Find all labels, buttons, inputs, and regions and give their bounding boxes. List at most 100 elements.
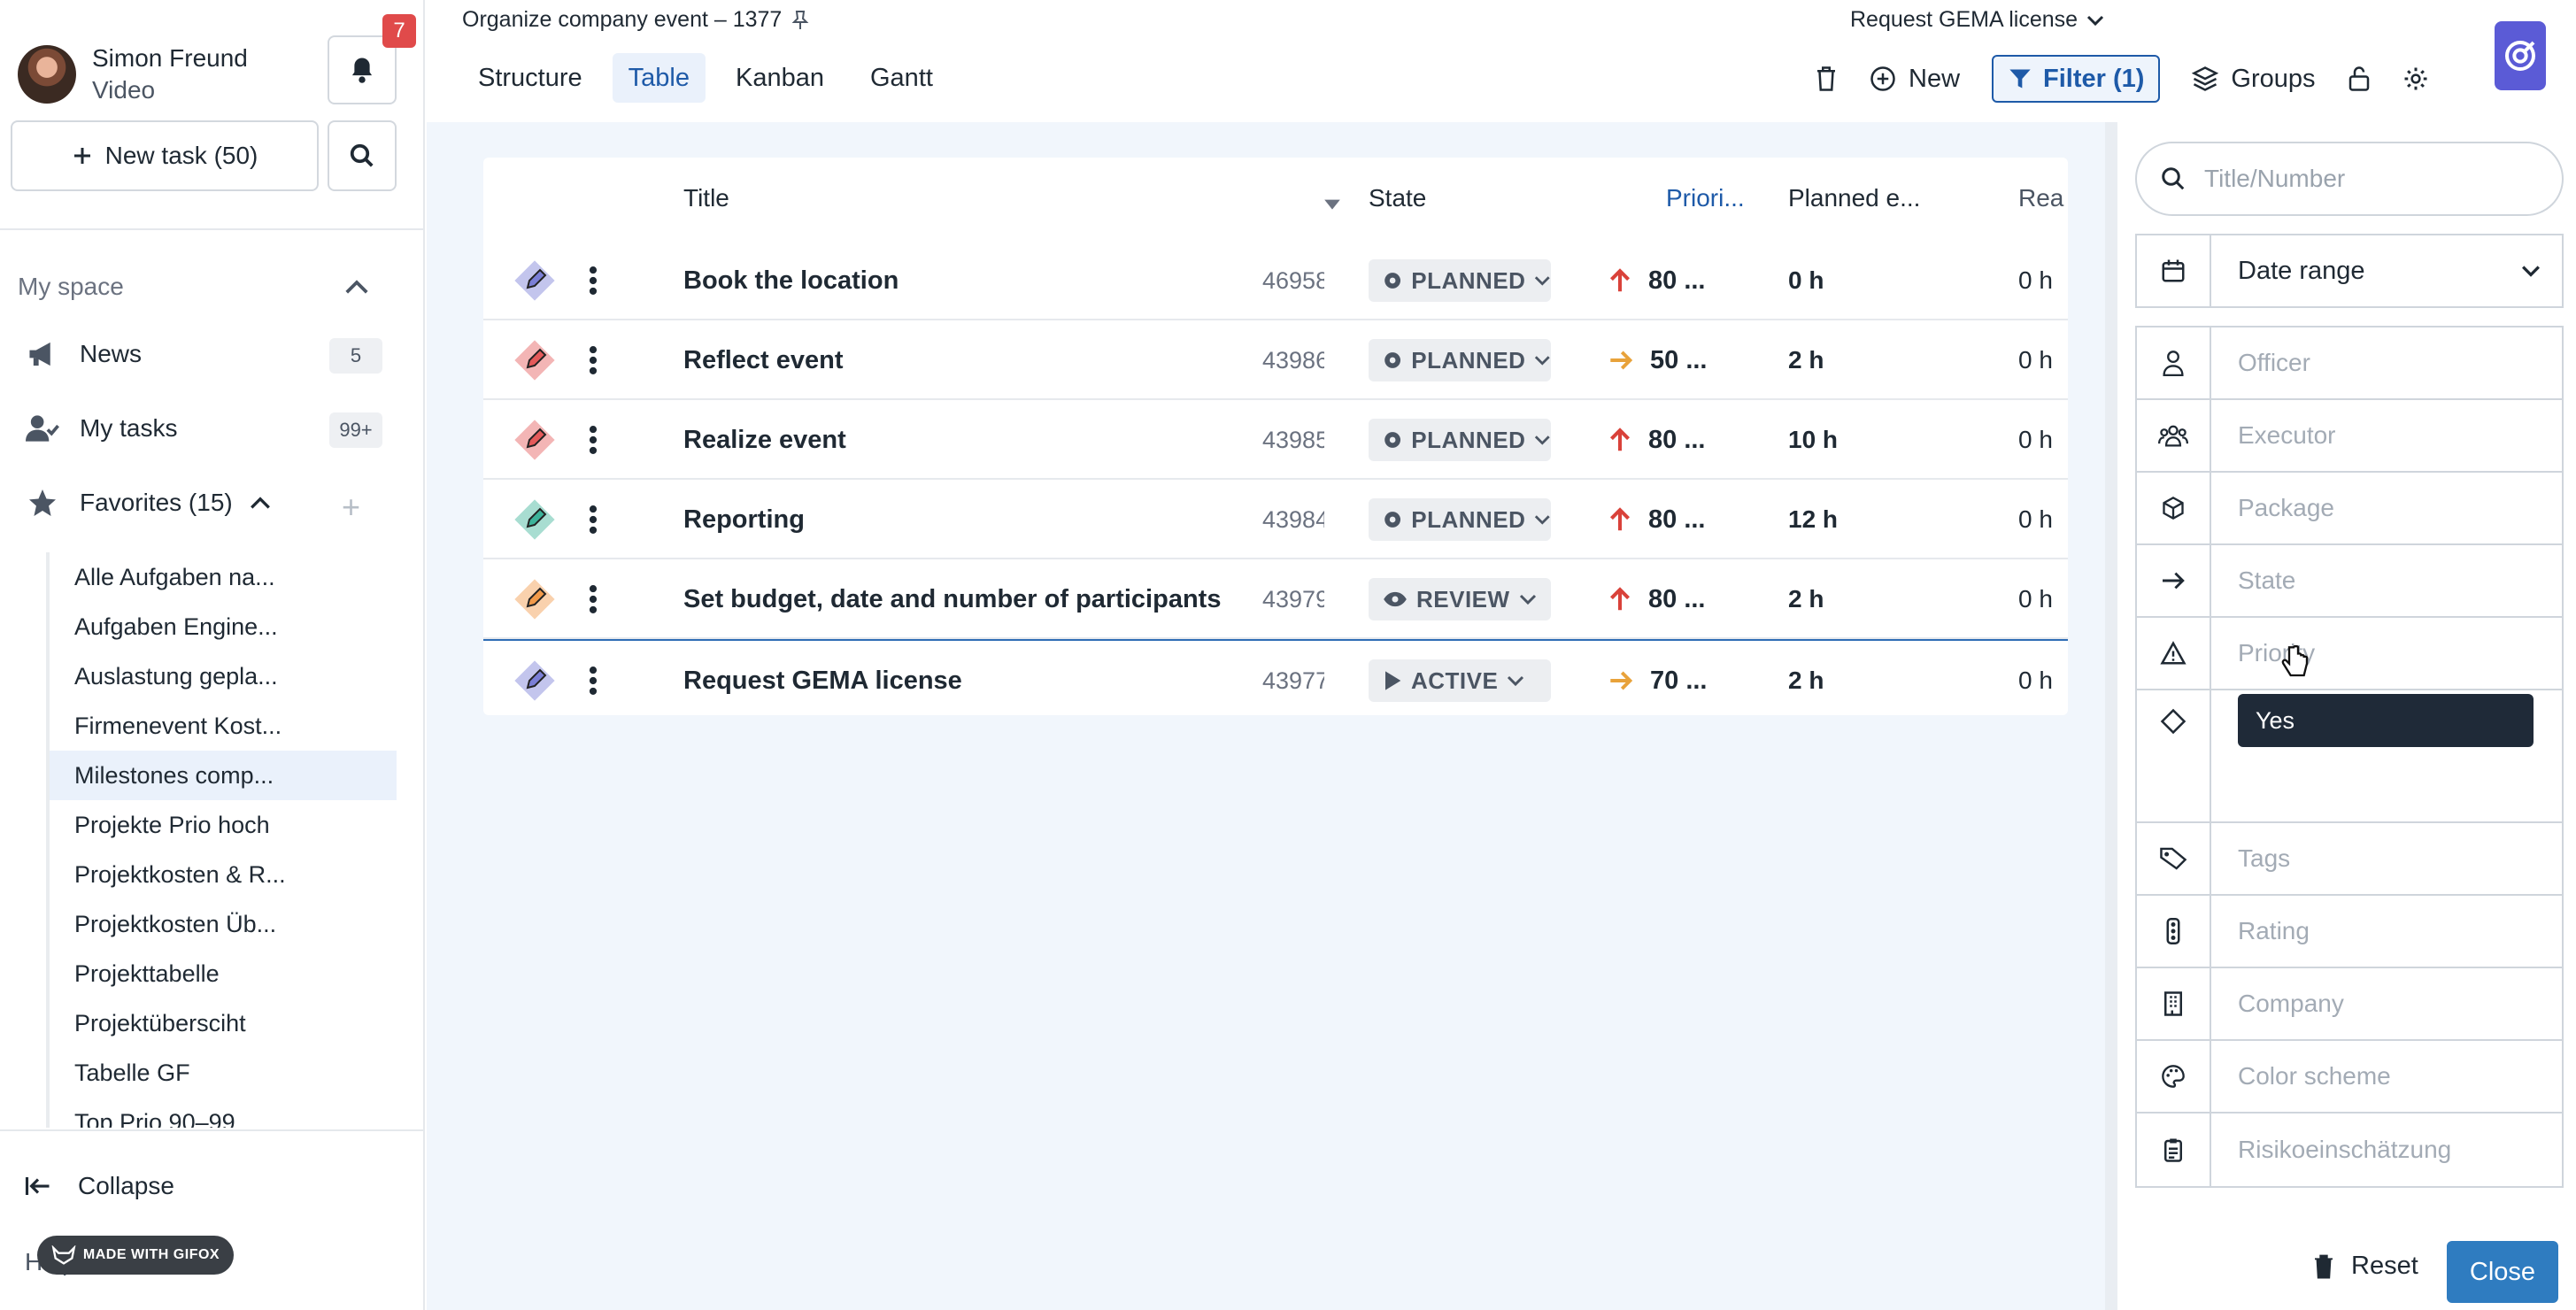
planned-effort[interactable]: 12 h xyxy=(1788,480,1838,559)
task-selector-dropdown[interactable]: Request GEMA license xyxy=(1850,7,2104,33)
more-vertical-icon[interactable] xyxy=(588,666,598,696)
state-dropdown[interactable]: PLANNED xyxy=(1369,339,1551,381)
pin-icon[interactable] xyxy=(791,10,810,31)
filter-tags[interactable]: Tags xyxy=(2137,823,2562,896)
sidebar-item-favorites[interactable]: Favorites (15) xyxy=(25,485,272,520)
new-button[interactable]: New xyxy=(1870,65,1960,94)
planned-effort[interactable]: 0 h xyxy=(1788,241,1824,320)
table-row[interactable]: Request GEMA license 43977 ACTIVE 70 ...… xyxy=(483,639,2068,715)
more-vertical-icon[interactable] xyxy=(588,425,598,455)
priority-cell[interactable]: 50 ... xyxy=(1608,320,1708,400)
add-favorite-button[interactable]: + xyxy=(342,489,360,526)
column-title[interactable]: Title xyxy=(683,184,729,212)
more-vertical-icon[interactable] xyxy=(588,345,598,375)
table-row[interactable]: Realize event 43985 PLANNED 80 ... 10 h … xyxy=(483,400,2068,480)
favorite-item[interactable]: Projekte Prio hoch xyxy=(50,800,397,850)
filter-milestone[interactable]: Yes xyxy=(2137,690,2562,823)
milestone-yes-chip[interactable]: Yes xyxy=(2238,694,2534,747)
tab-kanban[interactable]: Kanban xyxy=(720,53,840,103)
task-title[interactable]: Request GEMA license xyxy=(683,641,962,715)
planned-effort[interactable]: 2 h xyxy=(1788,559,1824,639)
collapse-button[interactable]: Collapse xyxy=(25,1172,174,1200)
settings-button[interactable] xyxy=(2402,66,2429,92)
tab-gantt[interactable]: Gantt xyxy=(854,53,949,103)
column-sort-toggle[interactable] xyxy=(1323,189,1342,218)
favorite-item[interactable]: Top Prio 90–99 xyxy=(50,1098,397,1128)
state-dropdown[interactable]: PLANNED xyxy=(1369,419,1551,461)
lock-button[interactable] xyxy=(2348,66,2371,92)
favorite-item[interactable]: Projektkosten & R... xyxy=(50,850,397,899)
chevron-up-icon[interactable] xyxy=(249,494,272,512)
tab-table[interactable]: Table xyxy=(612,53,706,103)
table-row[interactable]: Reporting 43984 PLANNED 80 ... 12 h 0 h xyxy=(483,480,2068,559)
priority-cell[interactable]: 80 ... xyxy=(1608,480,1706,559)
close-button[interactable]: Close xyxy=(2447,1241,2558,1303)
more-vertical-icon[interactable] xyxy=(588,584,598,614)
reset-button[interactable]: Reset xyxy=(2312,1252,2418,1281)
favorite-item[interactable]: Aufgaben Engine... xyxy=(50,602,397,651)
sidebar-item-my-tasks[interactable]: My tasks xyxy=(25,411,177,446)
column-planned-effort[interactable]: Planned e... xyxy=(1788,184,1920,212)
state-dropdown[interactable]: PLANNED xyxy=(1369,259,1551,302)
table-row[interactable]: Set budget, date and number of participa… xyxy=(483,559,2068,639)
task-type-icon[interactable] xyxy=(512,337,558,383)
tab-structure[interactable]: Structure xyxy=(462,53,598,103)
favorite-item[interactable]: Projektübersciht xyxy=(50,998,397,1048)
favorite-item[interactable]: Tabelle GF xyxy=(50,1048,397,1098)
table-row[interactable]: Book the location 46958 PLANNED 80 ... 0… xyxy=(483,241,2068,320)
filter-company[interactable]: Company xyxy=(2137,968,2562,1041)
task-type-icon[interactable] xyxy=(512,497,558,543)
task-type-icon[interactable] xyxy=(512,417,558,463)
filter-priority[interactable]: Priority xyxy=(2137,618,2562,690)
user-profile[interactable]: Simon Freund Video xyxy=(18,42,248,106)
task-type-icon[interactable] xyxy=(512,258,558,304)
favorite-item[interactable]: Projektkosten Üb... xyxy=(50,899,397,949)
task-title[interactable]: Book the location xyxy=(683,241,899,320)
search-button[interactable] xyxy=(328,120,397,191)
delete-button[interactable] xyxy=(1815,66,1838,92)
favorite-item[interactable]: Projekttabelle xyxy=(50,949,397,998)
filter-color-scheme[interactable]: Color scheme xyxy=(2137,1041,2562,1114)
task-title[interactable]: Reflect event xyxy=(683,320,844,400)
breadcrumb[interactable]: Organize company event – 1377 xyxy=(462,7,810,33)
priority-cell[interactable]: 80 ... xyxy=(1608,400,1706,480)
priority-cell[interactable]: 80 ... xyxy=(1608,559,1706,639)
sidebar-item-news[interactable]: News xyxy=(25,336,142,372)
app-logo-button[interactable] xyxy=(2495,21,2546,90)
chevron-up-icon[interactable] xyxy=(343,276,370,297)
task-title[interactable]: Set budget, date and number of participa… xyxy=(683,559,1221,639)
groups-button[interactable]: Groups xyxy=(2192,65,2316,94)
state-dropdown[interactable]: PLANNED xyxy=(1369,498,1551,541)
column-priority[interactable]: Priori... xyxy=(1666,184,1745,212)
filter-package[interactable]: Package xyxy=(2137,473,2562,545)
priority-cell[interactable]: 80 ... xyxy=(1608,241,1706,320)
favorite-item[interactable]: Milestones comp... xyxy=(50,751,397,800)
filter-officer[interactable]: Officer xyxy=(2137,328,2562,400)
filter-risk-assessment[interactable]: Risikoeinschätzung xyxy=(2137,1114,2562,1186)
more-vertical-icon[interactable] xyxy=(588,266,598,296)
task-type-icon[interactable] xyxy=(512,576,558,622)
filter-button[interactable]: Filter (1) xyxy=(1992,55,2161,103)
favorite-item[interactable]: Auslastung gepla... xyxy=(50,651,397,701)
date-range-select[interactable]: Date range xyxy=(2135,234,2564,308)
filter-state[interactable]: State xyxy=(2137,545,2562,618)
my-space-header[interactable]: My space xyxy=(18,273,124,301)
planned-effort[interactable]: 10 h xyxy=(1788,400,1838,480)
task-type-icon[interactable] xyxy=(512,658,558,704)
column-state[interactable]: State xyxy=(1369,184,1426,212)
more-vertical-icon[interactable] xyxy=(588,505,598,535)
priority-cell[interactable]: 70 ... xyxy=(1608,641,1708,715)
planned-effort[interactable]: 2 h xyxy=(1788,641,1824,715)
task-title[interactable]: Reporting xyxy=(683,480,805,559)
column-real-effort[interactable]: Rea xyxy=(2018,184,2063,212)
filter-rating[interactable]: Rating xyxy=(2137,896,2562,968)
state-dropdown[interactable]: ACTIVE xyxy=(1369,659,1551,702)
table-row[interactable]: Reflect event 43986 PLANNED 50 ... 2 h 0… xyxy=(483,320,2068,400)
filter-search-input[interactable]: Title/Number xyxy=(2135,142,2564,216)
panel-splitter[interactable] xyxy=(2105,122,2117,1310)
filter-executor[interactable]: Executor xyxy=(2137,400,2562,473)
favorite-item[interactable]: Firmenevent Kost... xyxy=(50,701,397,751)
state-dropdown[interactable]: REVIEW xyxy=(1369,578,1551,620)
new-task-button[interactable]: New task (50) xyxy=(11,120,319,191)
task-title[interactable]: Realize event xyxy=(683,400,846,480)
